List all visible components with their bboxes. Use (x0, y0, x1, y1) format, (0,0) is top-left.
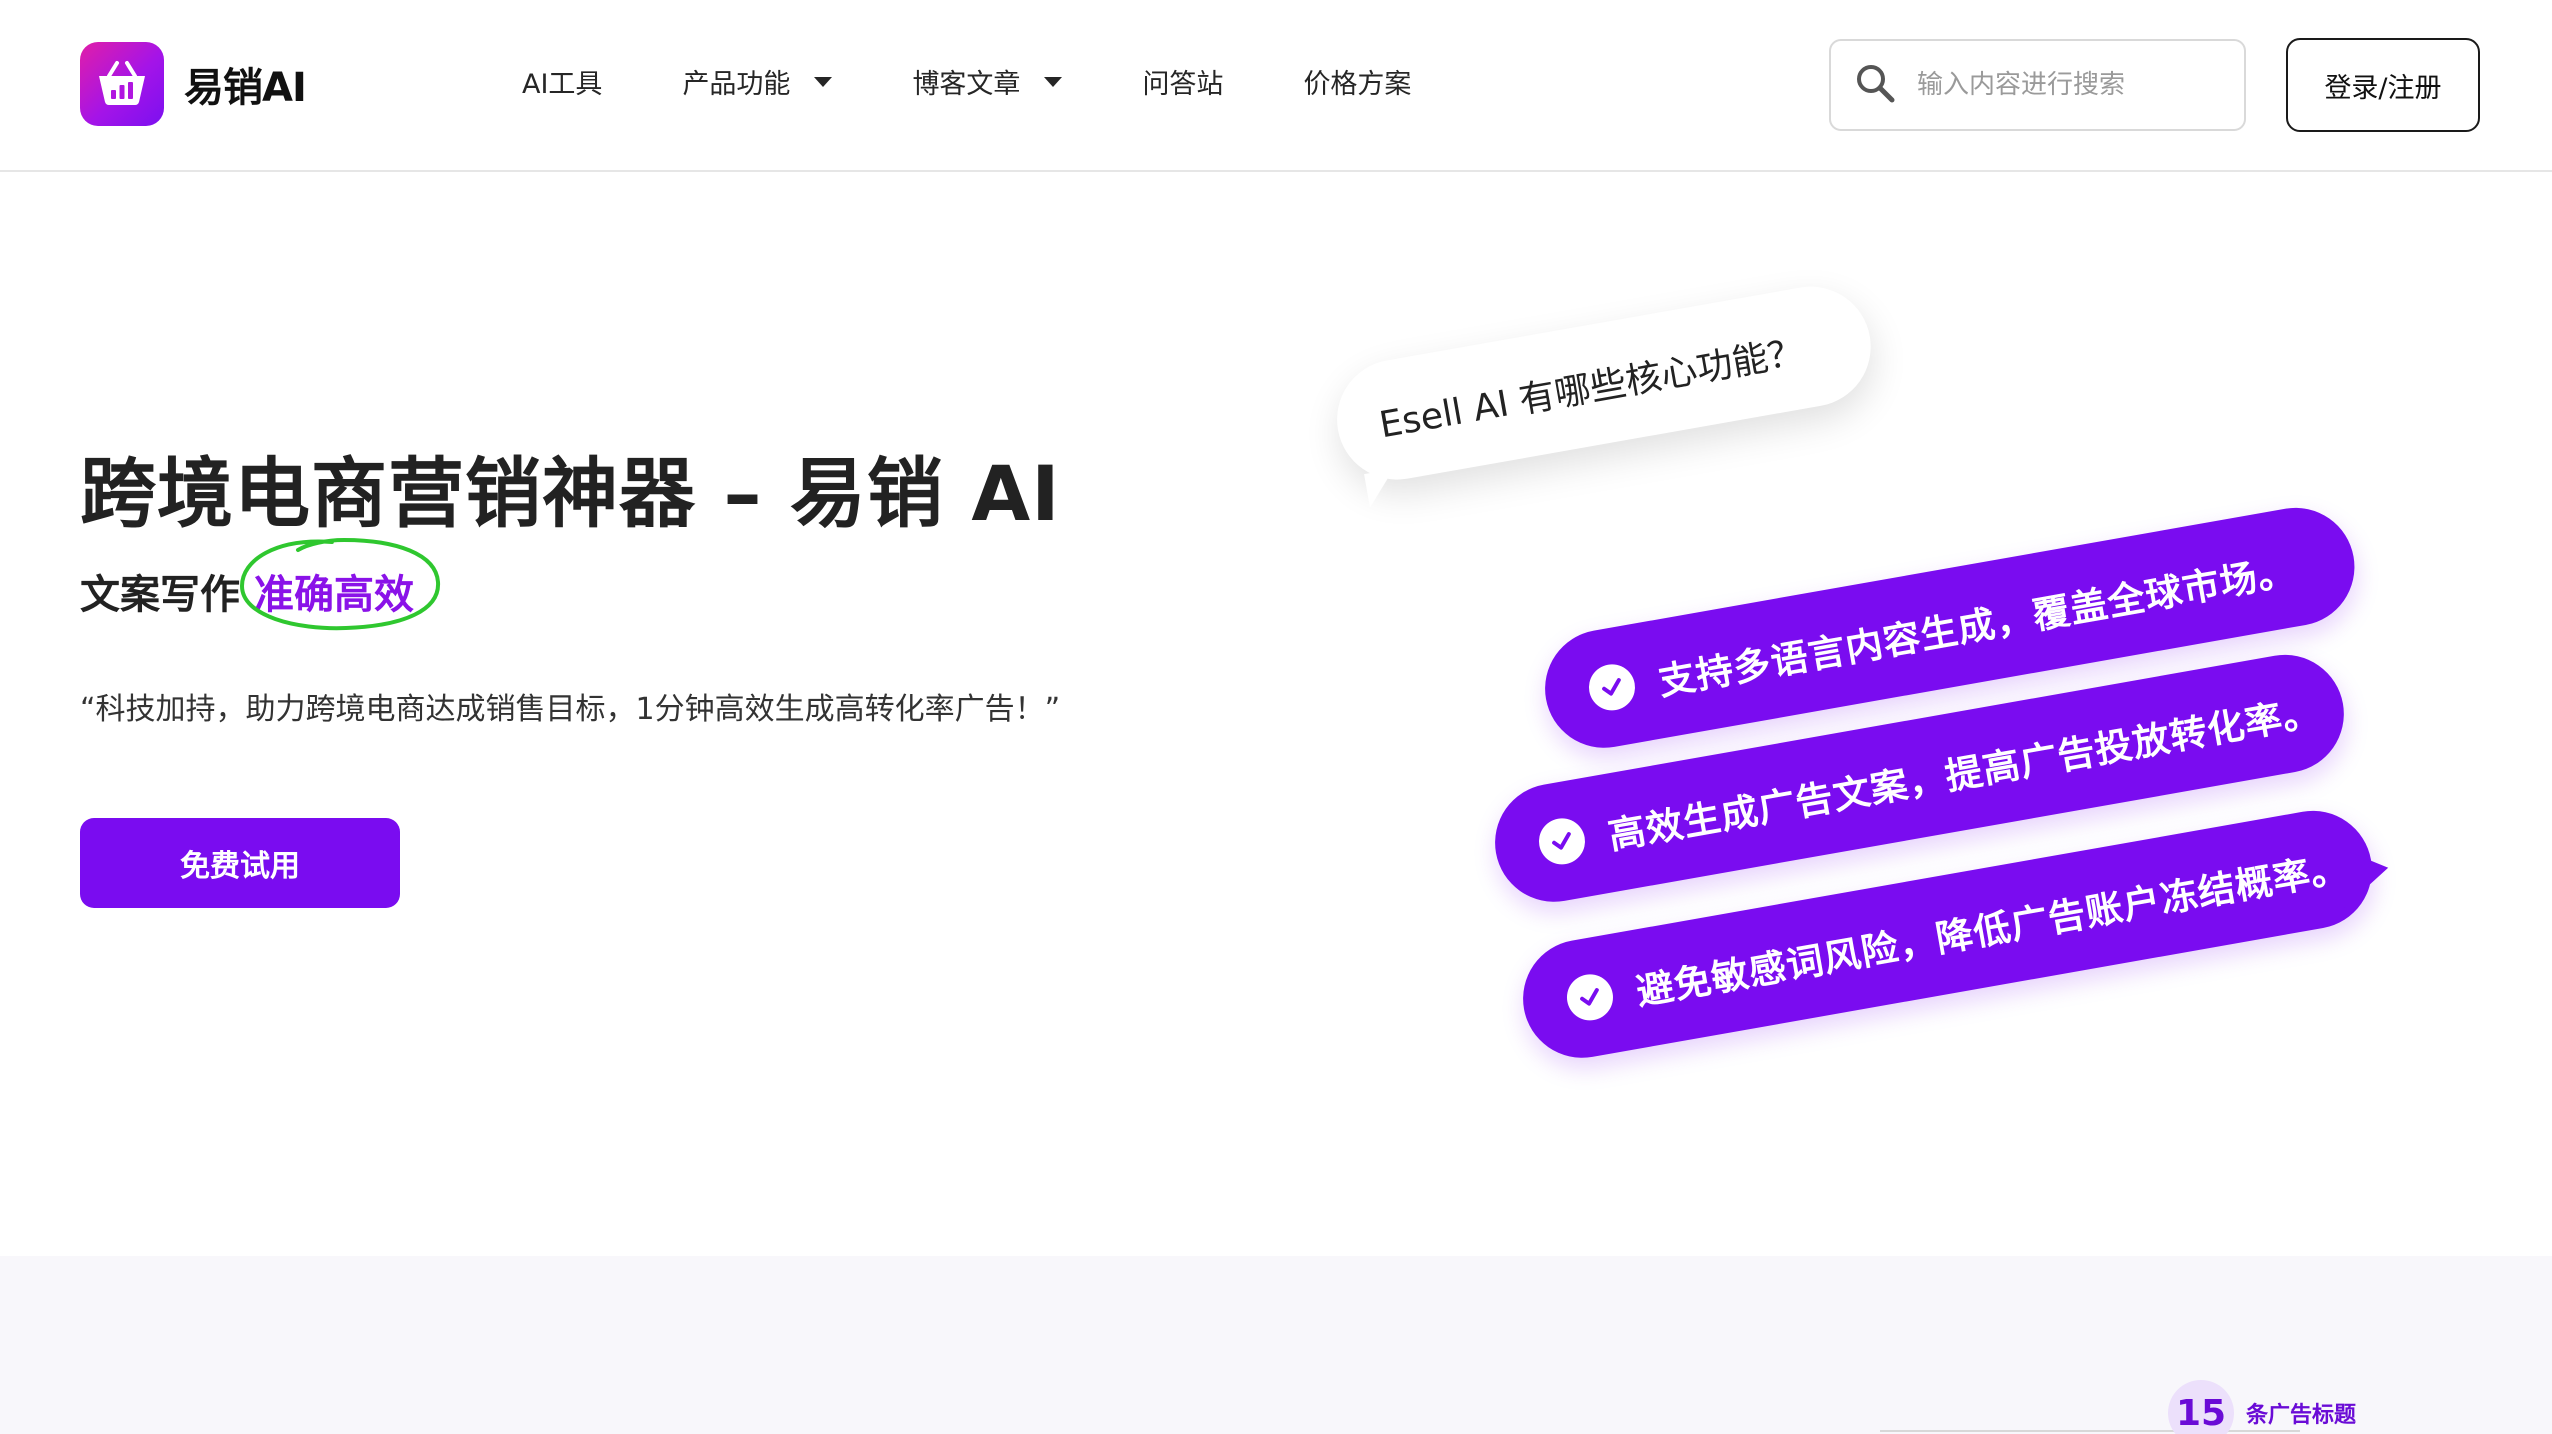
question-bubble-body: Esell AI 有哪些核心功能？ (1327, 277, 1881, 508)
caret-down-icon (1044, 76, 1063, 87)
bubble-tail (2344, 849, 2389, 908)
nav-ai-tools[interactable]: AI工具 (522, 62, 602, 101)
logo[interactable]: 易销AI (80, 42, 307, 126)
site-header: 易销AI AI工具 产品功能 博客文章 问答站 价格方案 输入内容进行搜索 登录… (0, 0, 2552, 172)
nav-product-features-label: 产品功能 (682, 69, 791, 100)
hero-subtitle-highlight: 准确高效 (239, 537, 441, 631)
nav-qa[interactable]: 问答站 (1142, 62, 1223, 101)
bubble-tail (1364, 468, 1400, 508)
search-input[interactable] (1917, 70, 2217, 100)
hand-drawn-circle-icon (239, 537, 441, 631)
page: 易销AI AI工具 产品功能 博客文章 问答站 价格方案 输入内容进行搜索 登录… (0, 0, 2552, 1434)
hero-subtitle: 文案写作 准确高效 (80, 537, 441, 631)
nav-pricing[interactable]: 价格方案 (1303, 62, 1411, 101)
stat-label: 条广告标题 (2246, 1403, 2357, 1428)
shopping-basket-icon (80, 42, 164, 126)
question-bubble: Esell AI 有哪些核心功能？ (1327, 277, 1881, 508)
hero-title: 跨境电商营销神器 – 易销 AI (80, 449, 1061, 538)
nav-blog-label: 博客文章 (912, 69, 1021, 100)
check-circle-icon (1563, 970, 1617, 1025)
nav-pricing-label: 价格方案 (1303, 69, 1412, 100)
question-text: Esell AI 有哪些核心功能？ (1376, 331, 1807, 447)
search-box[interactable] (1829, 39, 2246, 131)
hero-quote: “科技加持，助力跨境电商达成销售目标，1分钟高效生成高转化率广告！” (80, 692, 1061, 727)
stat-number-badge: 15 (2168, 1380, 2234, 1434)
check-circle-icon (1535, 814, 1589, 869)
check-circle-icon (1585, 660, 1639, 715)
caret-down-icon (814, 76, 833, 87)
nav-blog[interactable]: 博客文章 (912, 62, 1063, 101)
nav-product-features[interactable]: 产品功能 (682, 62, 833, 101)
nav-ai-tools-label: AI工具 (522, 69, 603, 100)
hero-subtitle-prefix: 文案写作 (80, 572, 240, 618)
logo-text: 易销AI (184, 65, 307, 111)
stat-number: 15 (2175, 1392, 2227, 1434)
login-register-button[interactable]: 登录/注册 (2286, 38, 2480, 132)
stat-counter: 15 条广告标题 (2168, 1380, 2356, 1434)
search-icon[interactable] (1855, 63, 1895, 107)
free-trial-button[interactable]: 免费试用 (80, 818, 400, 908)
main-nav: AI工具 产品功能 博客文章 问答站 价格方案 (522, 62, 1411, 101)
nav-qa-label: 问答站 (1142, 69, 1224, 100)
